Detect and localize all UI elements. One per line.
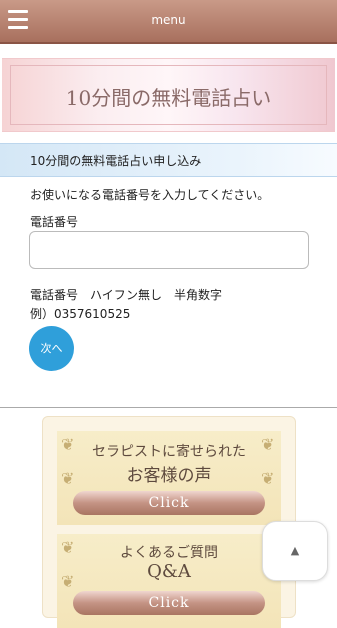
title-banner: 10分間の無料電話占い bbox=[2, 58, 335, 132]
header-bar: menu bbox=[0, 0, 337, 44]
promo-line1: セラピストに寄せられた bbox=[92, 444, 246, 460]
faq-banner[interactable]: ❦ ❦ ❦ よくあるご質問 Q&A Click bbox=[57, 534, 281, 628]
phone-label: 電話番号 bbox=[30, 215, 79, 229]
phone-input[interactable] bbox=[29, 231, 309, 269]
next-button[interactable]: 次へ bbox=[29, 326, 74, 371]
phone-example-note: 例）0357610525 bbox=[30, 307, 131, 321]
promo-card: ❦ ❦ ❦ ❦ セラピストに寄せられた お客様の声 Click ❦ ❦ ❦ よく… bbox=[42, 416, 296, 628]
section-title: 10分間の無料電話占い申し込み bbox=[30, 154, 202, 168]
phone-format-note: 電話番号 ハイフン無し 半角数字 bbox=[30, 288, 223, 302]
form-instruction: お使いになる電話番号を入力してください。 bbox=[30, 188, 270, 202]
arrow-up-icon: ▲ bbox=[290, 544, 300, 557]
promo-line2: お客様の声 bbox=[126, 466, 212, 486]
customer-voice-banner[interactable]: ❦ ❦ ❦ ❦ セラピストに寄せられた お客様の声 Click bbox=[57, 431, 281, 525]
section-header: 10分間の無料電話占い申し込み bbox=[0, 143, 337, 177]
faq-click-button[interactable]: Click bbox=[73, 591, 265, 615]
promo-line2: Q&A bbox=[147, 561, 191, 582]
customer-voice-click-button[interactable]: Click bbox=[73, 491, 265, 515]
promo-line1: よくあるご質問 bbox=[120, 545, 218, 561]
menu-label[interactable]: menu bbox=[0, 13, 337, 27]
divider bbox=[0, 407, 337, 408]
page-title: 10分間の無料電話占い bbox=[65, 86, 272, 110]
back-to-top-button[interactable]: ▲ bbox=[262, 521, 328, 581]
